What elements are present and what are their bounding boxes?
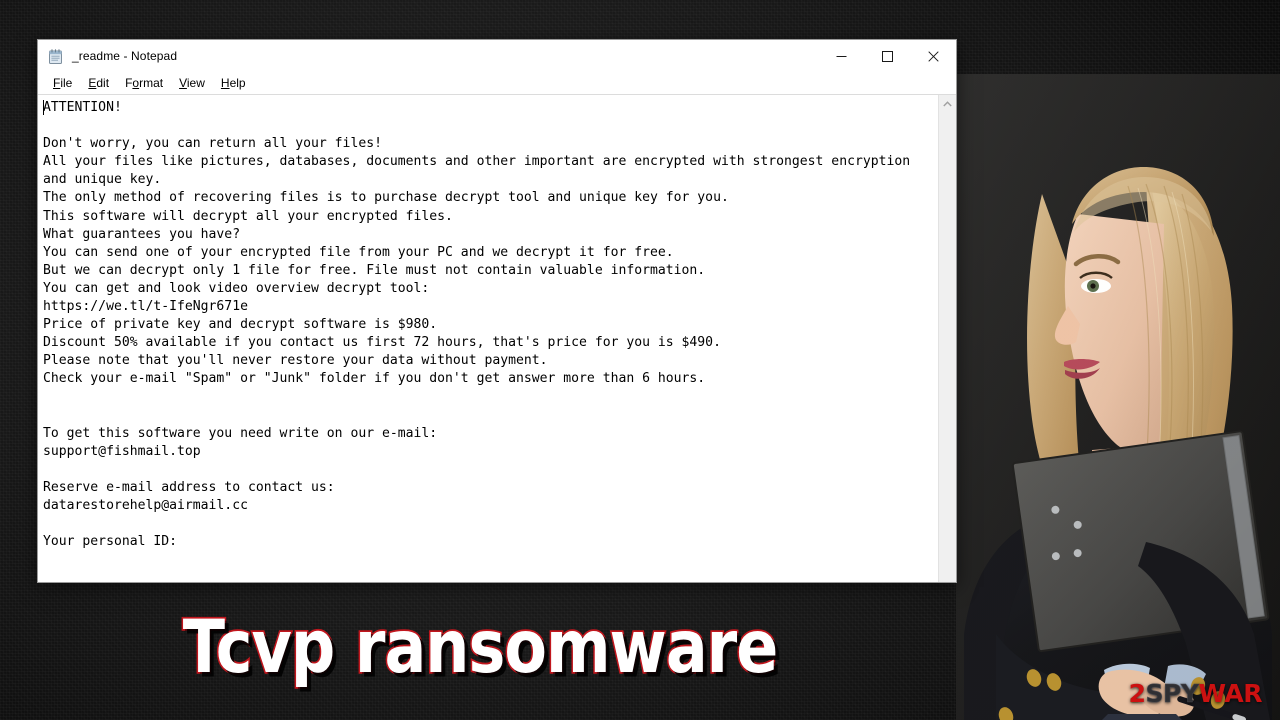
notepad-window[interactable]: _readme - Notepad File Edit Format View … bbox=[37, 39, 957, 583]
titlebar-left-group: _readme - Notepad bbox=[38, 48, 177, 65]
site-watermark: 2 SPY WAR bbox=[1128, 679, 1263, 708]
text-caret bbox=[43, 100, 44, 115]
menu-item-edit[interactable]: Edit bbox=[80, 74, 117, 92]
close-button[interactable] bbox=[910, 40, 956, 72]
ransom-note-text[interactable]: ATTENTION! Don't worry, you can return a… bbox=[38, 95, 938, 582]
menu-bar[interactable]: File Edit Format View Help bbox=[38, 72, 956, 94]
menu-item-format[interactable]: Format bbox=[117, 74, 171, 92]
window-titlebar[interactable]: _readme - Notepad bbox=[38, 40, 956, 72]
watermark-part-war: WAR bbox=[1198, 679, 1262, 708]
screenshot-canvas: _readme - Notepad File Edit Format View … bbox=[0, 0, 1280, 720]
editor-area[interactable]: ATTENTION! Don't worry, you can return a… bbox=[38, 94, 956, 582]
notepad-icon bbox=[47, 48, 64, 65]
watermark-part-spy: SPY bbox=[1145, 679, 1199, 708]
menu-item-file[interactable]: File bbox=[45, 74, 80, 92]
maximize-button[interactable] bbox=[864, 40, 910, 72]
menu-item-help[interactable]: Help bbox=[213, 74, 254, 92]
banner-title: Tcvp ransomware bbox=[181, 603, 780, 690]
menu-item-view[interactable]: View bbox=[171, 74, 213, 92]
watermark-part-2: 2 bbox=[1128, 679, 1146, 708]
window-title: _readme - Notepad bbox=[72, 49, 178, 63]
minimize-button[interactable] bbox=[818, 40, 864, 72]
window-controls bbox=[818, 40, 956, 72]
vertical-scrollbar[interactable] bbox=[938, 95, 956, 582]
scroll-up-arrow[interactable] bbox=[939, 95, 956, 112]
banner: Tcvp ransomware bbox=[0, 603, 960, 689]
